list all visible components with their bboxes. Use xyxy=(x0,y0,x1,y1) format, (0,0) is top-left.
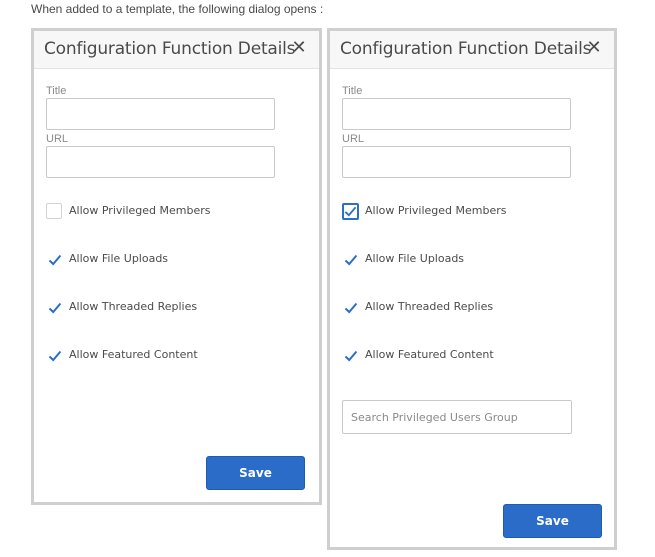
config-dialog-default: Configuration Function Details ✕ Title U… xyxy=(31,28,322,505)
checkbox-box[interactable] xyxy=(46,203,62,219)
dialog-header: Configuration Function Details ✕ xyxy=(34,31,319,69)
intro-text: When added to a template, the following … xyxy=(31,2,324,16)
checkmark-icon xyxy=(344,350,358,362)
save-button[interactable]: Save xyxy=(206,456,305,490)
allow-file-uploads-checkbox[interactable]: Allow File Uploads xyxy=(342,251,582,269)
dialog-title: Configuration Function Details xyxy=(340,39,592,59)
checkbox-box[interactable] xyxy=(46,251,62,267)
checkbox-label: Allow Privileged Members xyxy=(69,204,211,217)
checkbox-box[interactable] xyxy=(342,347,358,363)
close-icon[interactable]: ✕ xyxy=(585,37,603,57)
allow-privileged-members-checkbox[interactable]: Allow Privileged Members xyxy=(342,203,582,221)
title-field-label: Title xyxy=(342,85,363,97)
dialog-title: Configuration Function Details xyxy=(44,39,296,59)
checkbox-box[interactable] xyxy=(342,299,358,315)
title-field[interactable] xyxy=(342,98,571,130)
allow-featured-content-checkbox[interactable]: Allow Featured Content xyxy=(46,347,286,365)
config-dialog-privileged: Configuration Function Details ✕ Title U… xyxy=(327,28,617,550)
allow-threaded-replies-checkbox[interactable]: Allow Threaded Replies xyxy=(46,299,286,317)
url-field-label: URL xyxy=(342,133,365,145)
search-privileged-users-group-input[interactable] xyxy=(342,400,572,434)
url-field-label: URL xyxy=(46,133,69,145)
title-field-label: Title xyxy=(46,85,67,97)
save-button[interactable]: Save xyxy=(503,504,602,538)
url-field[interactable] xyxy=(342,146,571,178)
checkbox-label: Allow File Uploads xyxy=(365,252,465,265)
checkbox-box[interactable] xyxy=(46,299,62,315)
checkbox-box[interactable] xyxy=(46,347,62,363)
url-field[interactable] xyxy=(46,146,275,178)
checkbox-label: Allow Threaded Replies xyxy=(69,300,198,313)
checkmark-icon xyxy=(344,302,358,314)
checkbox-label: Allow Featured Content xyxy=(69,348,198,361)
checkmark-icon xyxy=(48,350,62,362)
checkbox-label: Allow Featured Content xyxy=(365,348,494,361)
checkmark-icon xyxy=(48,254,62,266)
checkbox-label: Allow Privileged Members xyxy=(365,204,507,217)
allow-threaded-replies-checkbox[interactable]: Allow Threaded Replies xyxy=(342,299,582,317)
checkbox-label: Allow File Uploads xyxy=(69,252,169,265)
close-icon[interactable]: ✕ xyxy=(290,37,308,57)
allow-privileged-members-checkbox[interactable]: Allow Privileged Members xyxy=(46,203,286,221)
checkmark-icon xyxy=(48,302,62,314)
allow-featured-content-checkbox[interactable]: Allow Featured Content xyxy=(342,347,582,365)
title-field[interactable] xyxy=(46,98,275,130)
checkmark-icon xyxy=(344,254,358,266)
checkbox-label: Allow Threaded Replies xyxy=(365,300,494,313)
checkbox-box[interactable] xyxy=(342,203,359,220)
dialog-header: Configuration Function Details ✕ xyxy=(330,31,614,69)
allow-file-uploads-checkbox[interactable]: Allow File Uploads xyxy=(46,251,286,269)
checkbox-box[interactable] xyxy=(342,251,358,267)
checkmark-icon xyxy=(344,206,357,217)
